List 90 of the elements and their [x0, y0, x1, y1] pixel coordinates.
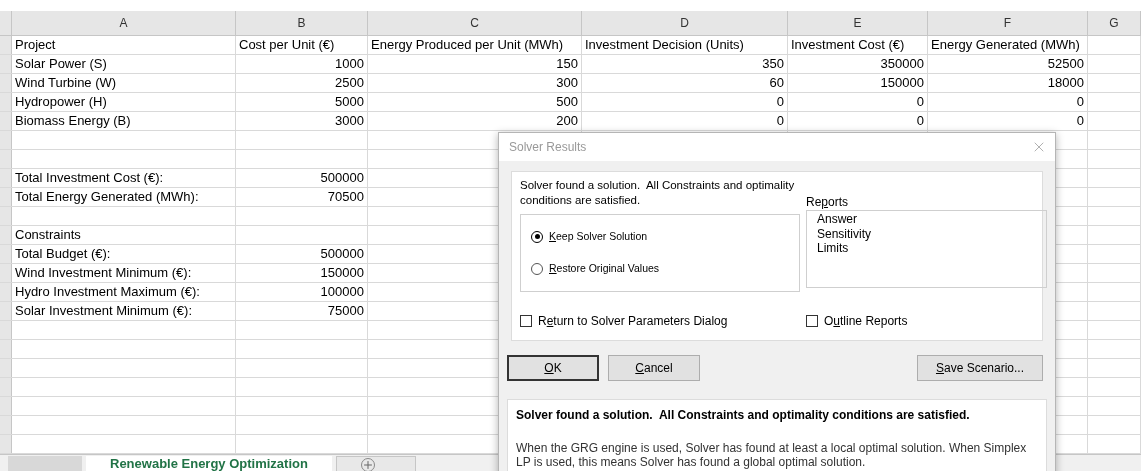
column-header[interactable]: A — [12, 11, 236, 35]
table-cell: Total Budget (€): — [12, 245, 236, 263]
report-item[interactable]: Answer — [817, 212, 857, 227]
row-header[interactable] — [0, 188, 12, 206]
row-header[interactable] — [0, 416, 12, 434]
dialog-button[interactable]: OK — [507, 355, 599, 381]
table-cell: Hydropower (H) — [12, 93, 236, 111]
table-cell: 18000 — [928, 74, 1088, 92]
table-cell: Energy Generated (MWh) — [928, 36, 1088, 54]
table-cell: 500 — [368, 93, 582, 111]
table-cell: 0 — [788, 112, 928, 130]
row-header[interactable] — [0, 378, 12, 396]
table-cell: 0 — [928, 112, 1088, 130]
column-header[interactable]: E — [788, 11, 928, 35]
column-header[interactable]: B — [236, 11, 368, 35]
table-cell: 75000 — [236, 302, 368, 320]
table-cell: 500000 — [236, 169, 368, 187]
table-cell: 5000 — [236, 93, 368, 111]
table-cell: Wind Investment Minimum (€): — [12, 264, 236, 282]
row-header[interactable] — [0, 245, 12, 263]
row-header[interactable] — [0, 169, 12, 187]
table-cell: Constraints — [12, 226, 236, 244]
row-header[interactable] — [0, 302, 12, 320]
table-cell: 150000 — [236, 264, 368, 282]
info-title: Solver found a solution. All Constraints and optimality conditions are satisfied. — [516, 407, 971, 424]
reports-label: Reports — [806, 194, 850, 210]
table-cell: 0 — [928, 93, 1088, 111]
column-header[interactable]: D — [582, 11, 788, 35]
checkbox-option[interactable]: Return to Solver Parameters Dialog — [520, 312, 806, 330]
table-cell: 0 — [582, 112, 788, 130]
row-header[interactable] — [0, 397, 12, 415]
sheet-tab[interactable]: Renewable Energy Optimization — [86, 456, 332, 471]
row-header[interactable] — [0, 226, 12, 244]
table-cell: Wind Turbine (W) — [12, 74, 236, 92]
table-cell: 350000 — [788, 55, 928, 73]
table-cell: 200 — [368, 112, 582, 130]
table-cell: 52500 — [928, 55, 1088, 73]
table-cell: 150 — [368, 55, 582, 73]
table-cell: Total Investment Cost (€): — [12, 169, 236, 187]
table-cell: Solar Investment Minimum (€): — [12, 302, 236, 320]
row-header[interactable] — [0, 207, 12, 225]
table-cell: Project — [12, 36, 236, 54]
row-header[interactable] — [0, 112, 12, 130]
dialog-button[interactable]: Cancel — [608, 355, 700, 381]
table-cell: 70500 — [236, 188, 368, 206]
radio-option[interactable]: Restore Original Values — [531, 260, 660, 277]
table-cell: Solar Power (S) — [12, 55, 236, 73]
row-header[interactable] — [0, 435, 12, 453]
report-item[interactable]: Limits — [817, 241, 849, 256]
window-title: Solver Results — [509, 139, 587, 156]
table-cell: Total Energy Generated (MWh): — [12, 188, 236, 206]
row-header[interactable] — [0, 359, 12, 377]
row-header[interactable] — [0, 283, 12, 301]
table-cell: 3000 — [236, 112, 368, 130]
table-cell: 150000 — [788, 74, 928, 92]
table-cell: Energy Produced per Unit (MWh) — [368, 36, 582, 54]
table-cell: 350 — [582, 55, 788, 73]
table-cell: 60 — [582, 74, 788, 92]
table-cell: Investment Cost (€) — [788, 36, 928, 54]
row-header[interactable] — [0, 36, 12, 54]
table-cell: 0 — [788, 93, 928, 111]
row-header[interactable] — [0, 74, 12, 92]
radio-option[interactable]: Keep Solver Solution — [531, 229, 648, 245]
result-message: Solver found a solution. All Constraints and optimality conditions are satisfied. — [520, 178, 796, 208]
column-header[interactable]: C — [368, 11, 582, 35]
table-cell: 100000 — [236, 283, 368, 301]
reports-list[interactable]: Answer Sensitivity Limits — [806, 210, 1047, 288]
row-header[interactable] — [0, 131, 12, 149]
table-cell: Hydro Investment Maximum (€): — [12, 283, 236, 301]
table-cell: Cost per Unit (€) — [236, 36, 368, 54]
row-header[interactable] — [0, 93, 12, 111]
sheet-tab[interactable] — [8, 456, 82, 471]
column-header[interactable]: F — [928, 11, 1088, 35]
table-cell: 300 — [368, 74, 582, 92]
table-cell: 2500 — [236, 74, 368, 92]
dialog-button[interactable]: Save Scenario... — [917, 355, 1043, 381]
row-header[interactable] — [0, 264, 12, 282]
row-header[interactable] — [0, 321, 12, 339]
column-header[interactable]: G — [1088, 11, 1141, 35]
table-cell: 0 — [582, 93, 788, 111]
report-item[interactable]: Sensitivity — [817, 226, 872, 241]
info-text: When the GRG engine is used, Solver has found at least a local optimal solution. When Simplex LP is used, this means Solver has found a global optimal solution. — [516, 441, 1028, 469]
row-header[interactable] — [0, 340, 12, 358]
table-cell: 500000 — [236, 245, 368, 263]
table-cell: Biomass Energy (B) — [12, 112, 236, 130]
table-cell: 1000 — [236, 55, 368, 73]
table-cell: Investment Decision (Units) — [582, 36, 788, 54]
row-header[interactable] — [0, 55, 12, 73]
row-header[interactable] — [0, 150, 12, 168]
checkbox-option[interactable]: Outline Reports — [806, 312, 908, 330]
